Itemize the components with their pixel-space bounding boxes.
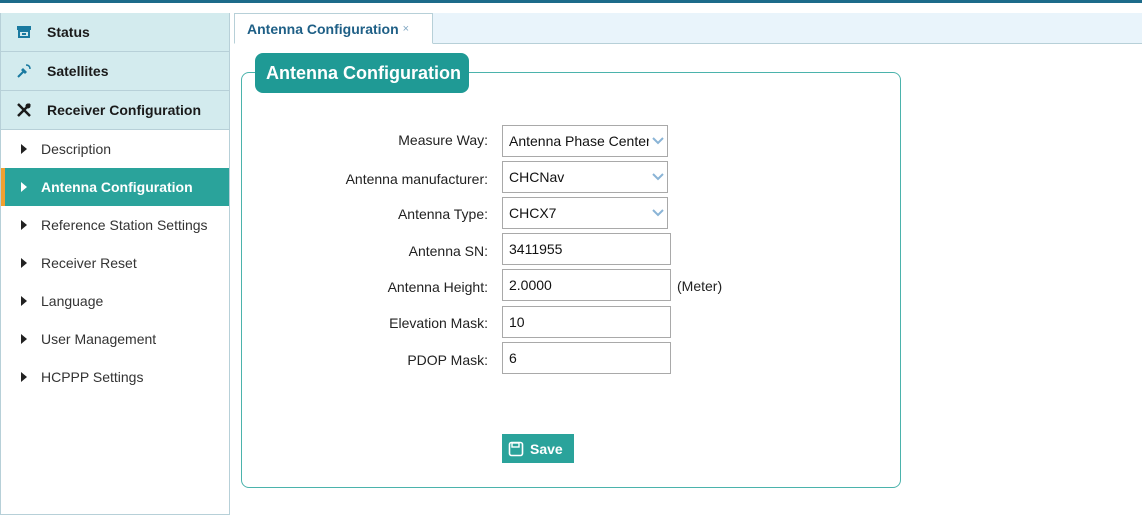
sidebar-item-label: Status bbox=[47, 24, 90, 40]
manufacturer-label: Antenna manufacturer: bbox=[345, 171, 488, 187]
save-label: Save bbox=[530, 440, 563, 457]
sidebar-item-label: Receiver Configuration bbox=[47, 102, 202, 118]
chevron-down-icon bbox=[649, 127, 666, 155]
caret-right-icon bbox=[21, 258, 27, 268]
floppy-icon bbox=[508, 441, 524, 457]
elevation-mask-label: Elevation Mask: bbox=[389, 315, 488, 331]
antenna-height-input[interactable]: 2.0000 bbox=[502, 269, 671, 301]
antenna-type-select[interactable]: CHCX7 bbox=[502, 197, 668, 229]
measure-way-value: Antenna Phase Center bbox=[509, 133, 651, 149]
caret-right-icon bbox=[21, 334, 27, 344]
sidebar-item-label: HCPPP Settings bbox=[41, 369, 144, 385]
sidebar: Status Satellites Receiver Configuration… bbox=[0, 13, 230, 515]
antenna-sn-input[interactable]: 3411955 bbox=[502, 233, 671, 265]
pdop-mask-input[interactable]: 6 bbox=[502, 342, 671, 374]
satellite-icon bbox=[15, 62, 33, 80]
antenna-type-label: Antenna Type: bbox=[397, 206, 488, 222]
tools-icon bbox=[15, 101, 33, 119]
chevron-down-icon bbox=[649, 163, 666, 191]
pdop-mask-label: PDOP Mask: bbox=[407, 352, 488, 368]
tab-antenna-configuration[interactable]: Antenna Configuration × bbox=[234, 13, 433, 44]
sidebar-item-label: Language bbox=[41, 293, 104, 309]
sidebar-item-label: Satellites bbox=[47, 63, 109, 79]
manufacturer-value: CHCNav bbox=[509, 169, 565, 185]
antenna-sn-label: Antenna SN: bbox=[408, 243, 488, 259]
tab-bar: Antenna Configuration × bbox=[234, 13, 1142, 44]
elevation-mask-input[interactable]: 10 bbox=[502, 306, 671, 338]
antenna-type-value: CHCX7 bbox=[509, 205, 557, 221]
sidebar-item-label: User Management bbox=[41, 331, 157, 347]
caret-right-icon bbox=[21, 372, 27, 382]
sidebar-item-status[interactable]: Status bbox=[1, 13, 229, 52]
tab-label: Antenna Configuration bbox=[247, 20, 399, 37]
status-icon bbox=[15, 23, 33, 41]
panel-title: Antenna Configuration bbox=[255, 53, 469, 93]
antenna-height-label: Antenna Height: bbox=[387, 279, 488, 295]
measure-way-label: Measure Way: bbox=[398, 132, 488, 148]
caret-right-icon bbox=[21, 296, 27, 306]
measure-way-select[interactable]: Antenna Phase Center bbox=[502, 125, 668, 157]
sidebar-item-satellites[interactable]: Satellites bbox=[1, 52, 229, 91]
chevron-down-icon bbox=[649, 199, 666, 227]
sidebar-item-receiver-configuration[interactable]: Receiver Configuration bbox=[1, 91, 229, 130]
manufacturer-select[interactable]: CHCNav bbox=[502, 161, 668, 193]
close-icon[interactable]: × bbox=[403, 23, 409, 35]
top-border bbox=[0, 0, 1142, 3]
save-button[interactable]: Save bbox=[502, 434, 574, 463]
height-unit-label: (Meter) bbox=[677, 278, 723, 294]
